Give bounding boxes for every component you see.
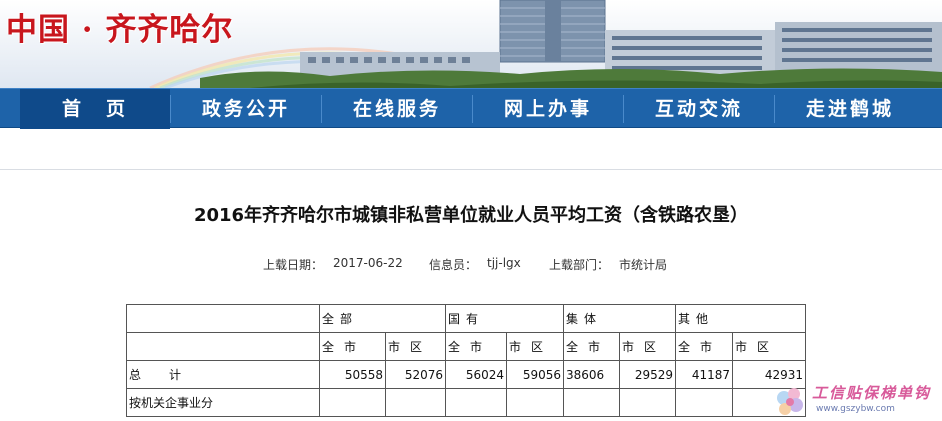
subheader-whole-city: 全市 bbox=[445, 332, 507, 361]
table-cell bbox=[319, 388, 386, 417]
site-banner: 中国 · 齐齐哈尔 bbox=[0, 0, 942, 88]
table-cell bbox=[619, 388, 676, 417]
main-nav: 首 页 政务公开 在线服务 网上办事 互动交流 走进鹤城 bbox=[0, 88, 942, 129]
group-header-collective: 集体 bbox=[563, 304, 676, 333]
table-corner-cell bbox=[126, 304, 320, 333]
table-cell bbox=[506, 388, 564, 417]
subheader-urban: 市区 bbox=[385, 332, 446, 361]
table-cell: 56024 bbox=[445, 360, 507, 389]
table-header-row: 全部 国有 集体 其他 bbox=[126, 304, 806, 333]
wage-table: 全部 国有 集体 其他 全市 市区 全市 市区 全市 市区 全市 市区 总 计 … bbox=[126, 304, 806, 417]
table-cell: 29529 bbox=[619, 360, 676, 389]
table-cell: 38606 bbox=[563, 360, 620, 389]
subheader-whole-city: 全市 bbox=[563, 332, 620, 361]
table-cell bbox=[675, 388, 733, 417]
author-label: 信息员： bbox=[429, 258, 478, 272]
watermark: 工信贴保梯单钩 www.gszybw.com bbox=[768, 380, 942, 421]
nav-item-government-affairs[interactable]: 政务公开 bbox=[171, 89, 321, 129]
watermark-flower-icon bbox=[777, 388, 803, 415]
upload-date-value: 2017-06-22 bbox=[333, 256, 403, 270]
table-cell: 59056 bbox=[506, 360, 564, 389]
article-title: 2016年齐齐哈尔市城镇非私营单位就业人员平均工资（含铁路农垦） bbox=[193, 205, 749, 226]
group-header-state-owned: 国有 bbox=[445, 304, 564, 333]
site-title: 中国 · 齐齐哈尔 bbox=[6, 12, 234, 48]
table-cell: 50558 bbox=[319, 360, 386, 389]
table-subheader-row: 全市 市区 全市 市区 全市 市区 全市 市区 bbox=[126, 332, 806, 361]
table-row: 总 计 50558 52076 56024 59056 38606 29529 … bbox=[126, 360, 806, 389]
group-header-other: 其他 bbox=[675, 304, 806, 333]
nav-item-about-city[interactable]: 走进鹤城 bbox=[775, 89, 925, 129]
author-value: tjj-lgx bbox=[487, 256, 521, 270]
row-label-by-unit-type: 按机关企事业分 bbox=[126, 388, 320, 417]
nav-item-home[interactable]: 首 页 bbox=[20, 89, 170, 129]
nav-item-online-services[interactable]: 在线服务 bbox=[322, 89, 472, 129]
watermark-url: www.gszybw.com bbox=[816, 404, 895, 414]
watermark-text: 工信贴保梯单钩 bbox=[812, 384, 932, 402]
table-cell bbox=[385, 388, 446, 417]
department-value: 市统计局 bbox=[619, 258, 668, 272]
department-label: 上载部门： bbox=[549, 258, 610, 272]
table-cell: 41187 bbox=[675, 360, 733, 389]
table-corner-cell bbox=[126, 332, 320, 361]
nav-item-online-affairs[interactable]: 网上办事 bbox=[473, 89, 623, 129]
row-label-total: 总 计 bbox=[126, 360, 320, 389]
subheader-urban: 市区 bbox=[732, 332, 806, 361]
subheader-whole-city: 全市 bbox=[675, 332, 733, 361]
table-cell bbox=[445, 388, 507, 417]
subheader-urban: 市区 bbox=[619, 332, 676, 361]
table-row: 按机关企事业分 bbox=[126, 388, 806, 417]
subheader-whole-city: 全市 bbox=[319, 332, 386, 361]
upload-date-label: 上载日期： bbox=[263, 258, 324, 272]
group-header-all: 全部 bbox=[319, 304, 446, 333]
subheader-urban: 市区 bbox=[506, 332, 564, 361]
breadcrumb-strip bbox=[0, 130, 942, 170]
table-cell bbox=[563, 388, 620, 417]
nav-item-interaction[interactable]: 互动交流 bbox=[624, 89, 774, 129]
table-cell: 52076 bbox=[385, 360, 446, 389]
